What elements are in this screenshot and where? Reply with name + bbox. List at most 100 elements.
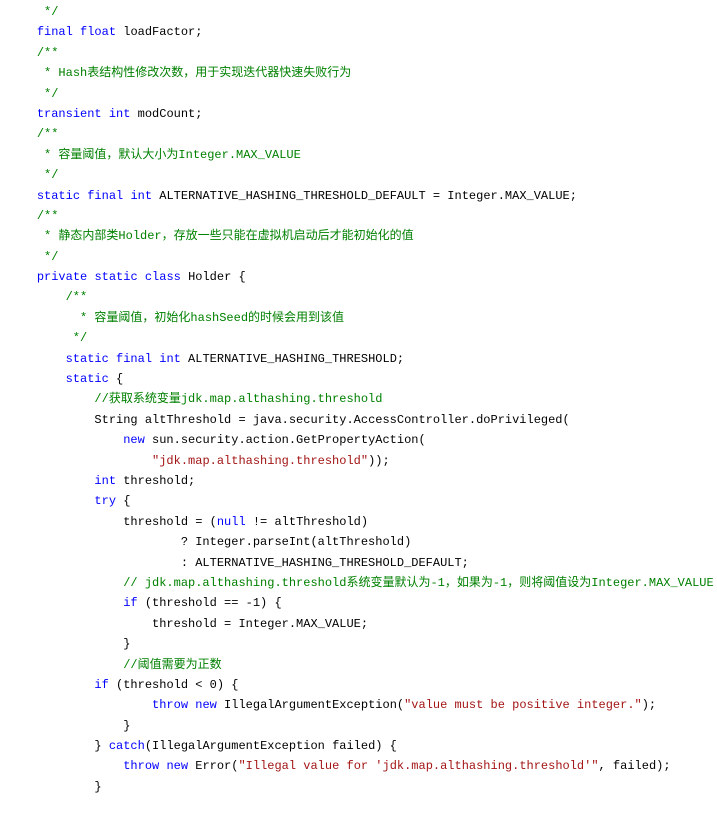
code-token: { bbox=[109, 372, 123, 386]
code-token: , failed); bbox=[599, 759, 671, 773]
code-line: */ bbox=[8, 165, 717, 185]
code-token: * Hash表结构性修改次数，用于实现迭代器快速失败行为 bbox=[37, 66, 351, 80]
code-line: : ALTERNATIVE_HASHING_THRESHOLD_DEFAULT; bbox=[8, 553, 717, 573]
code-token: transient bbox=[37, 107, 102, 121]
code-token: loadFactor; bbox=[116, 25, 202, 39]
code-token: //阈值需要为正数 bbox=[123, 658, 221, 672]
code-token: class bbox=[145, 270, 181, 284]
code-token: //获取系统变量jdk.map.althashing.threshold bbox=[94, 392, 382, 406]
code-token: */ bbox=[66, 331, 88, 345]
code-token: "Illegal value for 'jdk.map.althashing.t… bbox=[238, 759, 598, 773]
code-token: Holder { bbox=[181, 270, 246, 284]
code-token: Error( bbox=[188, 759, 238, 773]
code-token: } bbox=[123, 637, 130, 651]
code-line: */ bbox=[8, 247, 717, 267]
code-line: */ bbox=[8, 2, 717, 22]
code-token: null bbox=[217, 515, 246, 529]
code-line: throw new IllegalArgumentException("valu… bbox=[8, 695, 717, 715]
code-token bbox=[109, 352, 116, 366]
code-token: int bbox=[109, 107, 131, 121]
code-token: (threshold == -1) { bbox=[138, 596, 282, 610]
code-line: String altThreshold = java.security.Acce… bbox=[8, 410, 717, 430]
code-token: threshold = ( bbox=[123, 515, 217, 529]
code-line: threshold = Integer.MAX_VALUE; bbox=[8, 614, 717, 634]
code-token bbox=[138, 270, 145, 284]
code-token: final bbox=[87, 189, 123, 203]
code-token: sun.security.action.GetPropertyAction( bbox=[145, 433, 426, 447]
code-line: private static class Holder { bbox=[8, 267, 717, 287]
code-token: // jdk.map.althashing.threshold系统变量默认为-1… bbox=[123, 576, 713, 590]
code-token: } bbox=[94, 739, 108, 753]
code-line: /** bbox=[8, 287, 717, 307]
code-line: * 静态内部类Holder，存放一些只能在虚拟机启动后才能初始化的值 bbox=[8, 226, 717, 246]
code-token: } bbox=[123, 719, 130, 733]
code-token: catch bbox=[109, 739, 145, 753]
code-token: { bbox=[116, 494, 130, 508]
code-token: != altThreshold) bbox=[246, 515, 368, 529]
code-token: * 静态内部类Holder，存放一些只能在虚拟机启动后才能初始化的值 bbox=[37, 229, 414, 243]
code-token: (threshold < 0) { bbox=[109, 678, 239, 692]
code-token: int bbox=[130, 189, 152, 203]
code-token bbox=[73, 25, 80, 39]
code-token: ALTERNATIVE_HASHING_THRESHOLD_DEFAULT = … bbox=[152, 189, 577, 203]
code-token: String altThreshold = java.security.Acce… bbox=[94, 413, 569, 427]
code-token: new bbox=[123, 433, 145, 447]
code-line: * Hash表结构性修改次数，用于实现迭代器快速失败行为 bbox=[8, 63, 717, 83]
code-line: static { bbox=[8, 369, 717, 389]
code-line: * 容量阈值，默认大小为Integer.MAX_VALUE bbox=[8, 145, 717, 165]
code-token: new bbox=[195, 698, 217, 712]
code-line: transient int modCount; bbox=[8, 104, 717, 124]
code-line: //阈值需要为正数 bbox=[8, 655, 717, 675]
code-token: int bbox=[94, 474, 116, 488]
code-token: /** bbox=[66, 290, 88, 304]
code-line: new sun.security.action.GetPropertyActio… bbox=[8, 430, 717, 450]
code-line: throw new Error("Illegal value for 'jdk.… bbox=[8, 756, 717, 776]
code-token: } bbox=[94, 780, 101, 794]
code-token: * 容量阈值，默认大小为Integer.MAX_VALUE bbox=[37, 148, 301, 162]
code-token: (IllegalArgumentException failed) { bbox=[145, 739, 397, 753]
code-line: final float loadFactor; bbox=[8, 22, 717, 42]
code-token: if bbox=[94, 678, 108, 692]
code-line: threshold = (null != altThreshold) bbox=[8, 512, 717, 532]
code-line: /** bbox=[8, 124, 717, 144]
code-token: final bbox=[37, 25, 73, 39]
code-token: static bbox=[66, 352, 109, 366]
code-token: final bbox=[116, 352, 152, 366]
code-token: static bbox=[66, 372, 109, 386]
code-token: static bbox=[37, 189, 80, 203]
code-token: */ bbox=[37, 87, 59, 101]
code-token: throw bbox=[152, 698, 188, 712]
code-line: } bbox=[8, 777, 717, 797]
code-line: //获取系统变量jdk.map.althashing.threshold bbox=[8, 389, 717, 409]
code-token: float bbox=[80, 25, 116, 39]
code-token: private bbox=[37, 270, 87, 284]
code-token: ); bbox=[642, 698, 656, 712]
code-token: /** bbox=[37, 209, 59, 223]
code-token: )); bbox=[368, 454, 390, 468]
code-token: ALTERNATIVE_HASHING_THRESHOLD; bbox=[181, 352, 404, 366]
code-token: */ bbox=[37, 250, 59, 264]
code-token: "jdk.map.althashing.threshold" bbox=[152, 454, 368, 468]
code-token: static bbox=[94, 270, 137, 284]
code-line: } catch(IllegalArgumentException failed)… bbox=[8, 736, 717, 756]
code-line: /** bbox=[8, 43, 717, 63]
code-token: try bbox=[94, 494, 116, 508]
code-token: throw bbox=[123, 759, 159, 773]
code-token: int bbox=[159, 352, 181, 366]
code-token: */ bbox=[37, 5, 59, 19]
code-token: /** bbox=[37, 127, 59, 141]
code-token: * 容量阈值，初始化hashSeed的时候会用到该值 bbox=[66, 311, 344, 325]
code-block: */ final float loadFactor; /** * Hash表结构… bbox=[0, 0, 717, 797]
code-token: modCount; bbox=[130, 107, 202, 121]
code-line: if (threshold == -1) { bbox=[8, 593, 717, 613]
code-line: ? Integer.parseInt(altThreshold) bbox=[8, 532, 717, 552]
code-token: /** bbox=[37, 46, 59, 60]
code-token: "value must be positive integer." bbox=[404, 698, 642, 712]
code-line: "jdk.map.althashing.threshold")); bbox=[8, 451, 717, 471]
code-line: static final int ALTERNATIVE_HASHING_THR… bbox=[8, 349, 717, 369]
code-token: if bbox=[123, 596, 137, 610]
code-token: threshold; bbox=[116, 474, 195, 488]
code-line: * 容量阈值，初始化hashSeed的时候会用到该值 bbox=[8, 308, 717, 328]
code-line: if (threshold < 0) { bbox=[8, 675, 717, 695]
code-line: int threshold; bbox=[8, 471, 717, 491]
